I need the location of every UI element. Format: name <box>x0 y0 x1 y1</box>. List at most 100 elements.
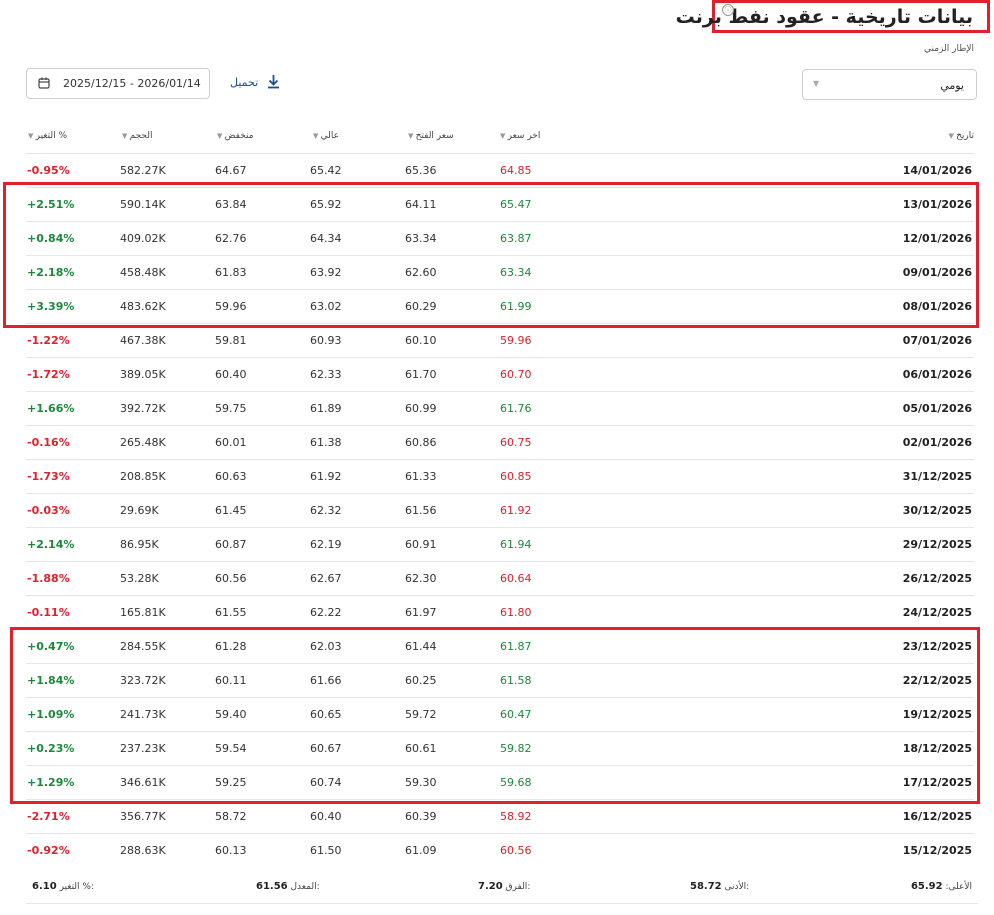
table-row[interactable]: 29/12/2025 61.94 60.91 62.19 60.87 86.95K +2.1… <box>26 527 974 561</box>
header-low[interactable]: ▼ منخفض <box>217 131 254 141</box>
row-volume: 265.48K <box>120 436 166 449</box>
divider <box>26 903 978 904</box>
row-low-price: 61.55 <box>215 606 247 619</box>
summary-change: 6.10 التغير %: <box>32 881 94 892</box>
date-range-picker[interactable]: 2025/12/15 - 2026/01/14 <box>26 68 210 99</box>
page-title: بيانات تاريخية - عقود نفط برنت <box>675 6 973 28</box>
header-last[interactable]: ▼ اخر سعر <box>500 131 540 141</box>
row-change-percent: -0.11% <box>27 606 70 619</box>
header-open[interactable]: ▼ سعر الفتح <box>408 131 454 141</box>
row-date: 05/01/2026 <box>902 402 972 415</box>
row-last-price: 59.96 <box>500 334 532 347</box>
row-date: 29/12/2025 <box>902 538 972 551</box>
row-change-percent: +1.66% <box>27 402 75 415</box>
row-open-price: 60.10 <box>405 334 437 347</box>
row-high-price: 62.33 <box>310 368 342 381</box>
info-icon[interactable]: ⓘ <box>722 4 734 16</box>
row-last-price: 61.80 <box>500 606 532 619</box>
table-row[interactable]: 02/01/2026 60.75 60.86 61.38 60.01 265.48K -0.… <box>26 425 974 459</box>
row-last-price: 64.85 <box>500 164 532 177</box>
row-low-price: 58.72 <box>215 810 247 823</box>
summary-high: الأعلى: 65.92 <box>910 881 972 892</box>
row-change-percent: -0.16% <box>27 436 70 449</box>
download-button[interactable]: تحميل <box>230 76 258 89</box>
row-low-price: 60.56 <box>215 572 247 585</box>
row-low-price: 60.63 <box>215 470 247 483</box>
timeframe-selected-value: يومي <box>940 79 964 92</box>
row-low-price: 60.87 <box>215 538 247 551</box>
date-range-text: 2025/12/15 - 2026/01/14 <box>63 77 201 90</box>
row-last-price: 60.64 <box>500 572 532 585</box>
row-open-price: 61.33 <box>405 470 437 483</box>
row-open-price: 61.09 <box>405 844 437 857</box>
row-last-price: 58.92 <box>500 810 532 823</box>
row-open-price: 61.70 <box>405 368 437 381</box>
row-open-price: 61.56 <box>405 504 437 517</box>
row-open-price: 62.30 <box>405 572 437 585</box>
row-low-price: 61.45 <box>215 504 247 517</box>
row-volume: 53.28K <box>120 572 159 585</box>
row-high-price: 60.40 <box>310 810 342 823</box>
table-row[interactable]: 16/12/2025 58.92 60.39 60.40 58.72 356.77K -2.… <box>26 799 974 833</box>
header-volume[interactable]: ▼ الحجم <box>122 131 152 141</box>
row-low-price: 59.75 <box>215 402 247 415</box>
header-change[interactable]: ▼ التغير % <box>28 131 67 141</box>
row-change-percent: -0.92% <box>27 844 70 857</box>
row-low-price: 60.13 <box>215 844 247 857</box>
row-high-price: 61.38 <box>310 436 342 449</box>
timeframe-label: الإطار الزمني <box>924 44 974 54</box>
row-last-price: 60.70 <box>500 368 532 381</box>
table-row[interactable]: 31/12/2025 60.85 61.33 61.92 60.63 208.85K -1.… <box>26 459 974 493</box>
table-row[interactable]: 05/01/2026 61.76 60.99 61.89 59.75 392.72K +1.… <box>26 391 974 425</box>
row-high-price: 65.42 <box>310 164 342 177</box>
table-row[interactable]: 06/01/2026 60.70 61.70 62.33 60.40 389.05K -1.… <box>26 357 974 391</box>
row-open-price: 65.36 <box>405 164 437 177</box>
row-change-percent: -2.71% <box>27 810 70 823</box>
header-high[interactable]: ▼ عالي <box>313 131 339 141</box>
row-last-price: 61.94 <box>500 538 532 551</box>
title-highlight-box: بيانات تاريخية - عقود نفط برنت <box>676 0 990 33</box>
table-row[interactable]: 24/12/2025 61.80 61.97 62.22 61.55 165.81K -0.… <box>26 595 974 629</box>
row-low-price: 60.40 <box>215 368 247 381</box>
row-high-price: 62.32 <box>310 504 342 517</box>
row-volume: 29.69K <box>120 504 159 517</box>
sort-icon: ▼ <box>313 132 321 140</box>
row-change-percent: -1.88% <box>27 572 70 585</box>
table-row[interactable]: 30/12/2025 61.92 61.56 62.32 61.45 29.69K -0.0… <box>26 493 974 527</box>
table-row[interactable]: 26/12/2025 60.64 62.30 62.67 60.56 53.28K -1.8… <box>26 561 974 595</box>
row-volume: 389.05K <box>120 368 166 381</box>
row-change-percent: -1.72% <box>27 368 70 381</box>
row-low-price: 59.81 <box>215 334 247 347</box>
row-volume: 582.27K <box>120 164 166 177</box>
row-volume: 356.77K <box>120 810 166 823</box>
highlight-box <box>10 627 980 804</box>
row-open-price: 61.97 <box>405 606 437 619</box>
row-high-price: 62.19 <box>310 538 342 551</box>
table-row[interactable]: 07/01/2026 59.96 60.10 60.93 59.81 467.38K -1.… <box>26 323 974 357</box>
row-last-price: 61.92 <box>500 504 532 517</box>
row-volume: 392.72K <box>120 402 166 415</box>
chevron-down-icon: ▼ <box>813 79 820 88</box>
timeframe-select[interactable]: يومي ▼ <box>802 69 977 100</box>
row-volume: 288.63K <box>120 844 166 857</box>
header-date[interactable]: ▼ تاريخ <box>948 131 974 141</box>
row-date: 02/01/2026 <box>902 436 972 449</box>
row-high-price: 61.92 <box>310 470 342 483</box>
row-change-percent: -1.73% <box>27 470 70 483</box>
row-high-price: 61.50 <box>310 844 342 857</box>
row-change-percent: -0.95% <box>27 164 70 177</box>
download-icon[interactable] <box>266 74 281 89</box>
sort-icon: ▼ <box>122 132 130 140</box>
row-change-percent: +2.14% <box>27 538 75 551</box>
table-row[interactable]: 15/12/2025 60.56 61.09 61.50 60.13 288.63K -0.… <box>26 833 974 867</box>
row-high-price: 60.93 <box>310 334 342 347</box>
row-high-price: 62.67 <box>310 572 342 585</box>
sort-icon: ▼ <box>500 132 508 140</box>
row-low-price: 64.67 <box>215 164 247 177</box>
row-date: 15/12/2025 <box>902 844 972 857</box>
row-high-price: 62.22 <box>310 606 342 619</box>
row-high-price: 61.89 <box>310 402 342 415</box>
summary-diff: 7.20 الفرق: <box>478 881 531 892</box>
row-last-price: 61.76 <box>500 402 532 415</box>
row-volume: 165.81K <box>120 606 166 619</box>
